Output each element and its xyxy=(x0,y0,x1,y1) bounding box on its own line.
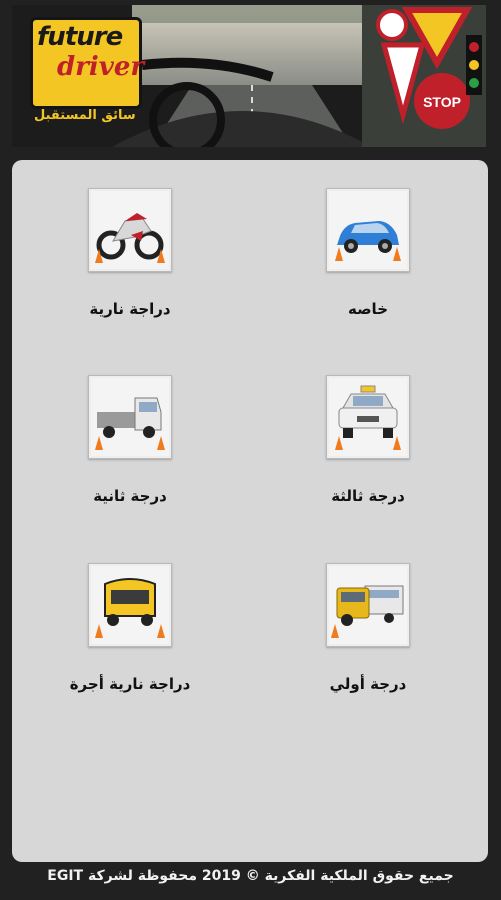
taxi-icon[interactable] xyxy=(326,375,410,459)
header-banner: STOP future driver سائق المستقبل xyxy=(12,5,486,147)
copyright-footer: جميع حقوق الملكية الفكرية © 2019 محفوظة … xyxy=(47,868,454,884)
app-logo: future driver xyxy=(30,17,145,109)
logo-text-future: future xyxy=(37,22,123,52)
category-label: درجة ثانية xyxy=(93,487,167,505)
truck-bus-icon[interactable] xyxy=(326,563,410,647)
category-label: دراجة نارية xyxy=(89,300,171,318)
category-label: دراجة نارية أجرة xyxy=(69,675,191,693)
motorcycle-icon[interactable] xyxy=(88,188,172,272)
stop-sign-text: STOP xyxy=(423,94,461,110)
category-motorcycle-taxi[interactable]: دراجة نارية أجرة xyxy=(30,563,230,693)
category-second-class[interactable]: درجة ثانية xyxy=(30,375,230,505)
category-label: درجة أولي xyxy=(329,675,407,693)
logo-text-driver: driver xyxy=(57,52,145,82)
truck-icon[interactable] xyxy=(88,375,172,459)
category-motorcycle[interactable]: دراجة نارية xyxy=(30,188,230,318)
category-label: درجة ثالثة xyxy=(331,487,405,505)
tuktuk-icon[interactable] xyxy=(88,563,172,647)
category-private[interactable]: خاصه xyxy=(268,188,468,318)
category-first-class[interactable]: درجة أولي xyxy=(268,563,468,693)
categories-panel: خاصه دراجة نارية درجة ثالثة درجة ثانية د… xyxy=(12,160,488,862)
category-third-class[interactable]: درجة ثالثة xyxy=(268,375,468,505)
category-label: خاصه xyxy=(347,300,389,318)
private-car-icon[interactable] xyxy=(326,188,410,272)
logo-arabic-subtitle: سائق المستقبل xyxy=(34,108,136,123)
